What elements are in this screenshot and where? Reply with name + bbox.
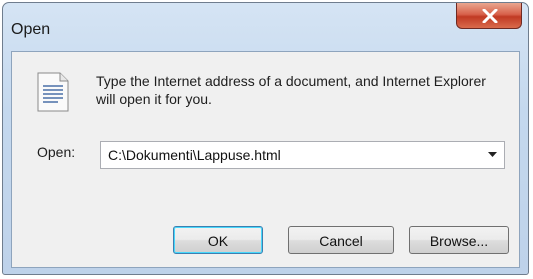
dialog-title: Open xyxy=(11,21,51,38)
address-value[interactable]: C:\Dokumenti\Lappuse.html xyxy=(108,147,281,163)
address-combobox[interactable]: C:\Dokumenti\Lappuse.html xyxy=(100,141,505,169)
document-icon xyxy=(37,72,69,112)
chevron-down-icon[interactable] xyxy=(488,152,497,158)
ok-button[interactable]: OK xyxy=(173,226,263,254)
open-dialog: Open Type the Internet address of a docu… xyxy=(2,2,529,275)
cancel-button[interactable]: Cancel xyxy=(288,226,394,254)
instruction-text: Type the Internet address of a document,… xyxy=(96,73,486,107)
dialog-body: Type the Internet address of a document,… xyxy=(11,51,520,268)
close-x-icon xyxy=(482,9,498,23)
open-label: Open: xyxy=(37,144,76,160)
close-button[interactable] xyxy=(456,3,522,29)
browse-button[interactable]: Browse... xyxy=(409,226,509,254)
